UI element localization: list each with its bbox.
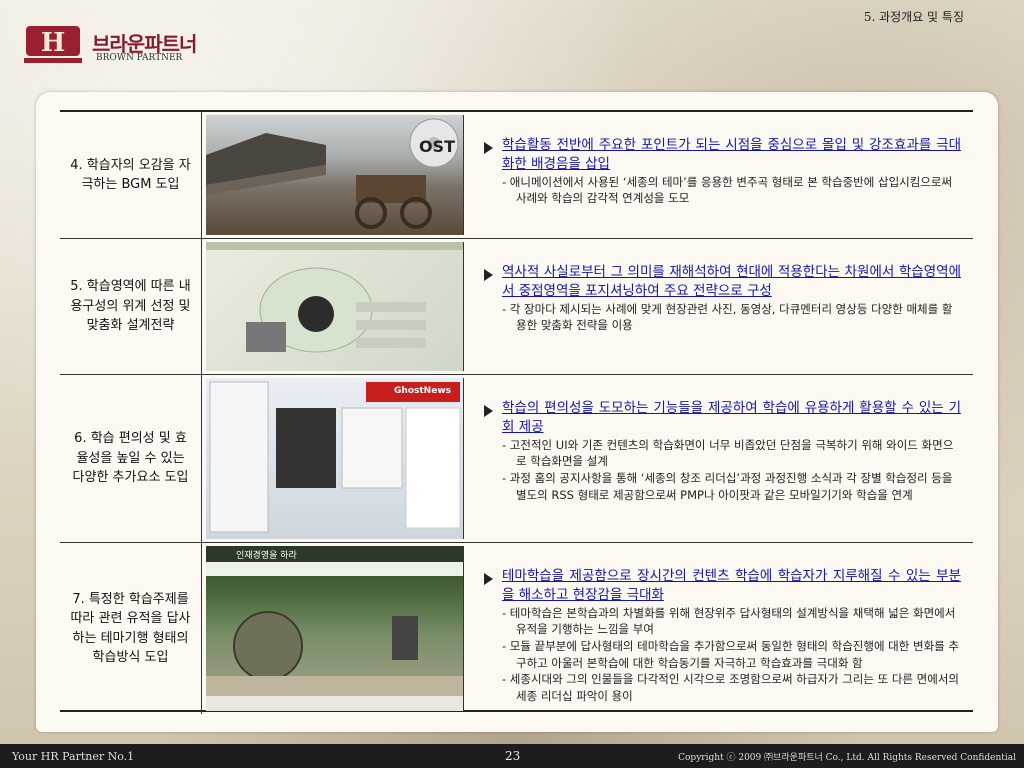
- triangle-bullet-icon: [484, 269, 493, 281]
- row-label: 6. 학습 편의성 및 효율성을 높일 수 있는 다양한 추가요소 도입: [60, 375, 202, 542]
- table-row: 6. 학습 편의성 및 효율성을 높일 수 있는 다양한 추가요소 도입 Gho…: [60, 375, 973, 543]
- screenshot-learning-area: [206, 242, 464, 371]
- ost-badge: OST: [418, 137, 455, 156]
- row-description: 학습활동 전반에 주요한 포인트가 되는 시점을 중심으로 몰입 및 강조효과를…: [468, 112, 973, 238]
- row-detail: - 각 장마다 제시되는 사례에 맞게 현장관련 사진, 동영상, 다큐멘터리 …: [502, 301, 953, 333]
- row-label: 4. 학습자의 오감을 자극하는 BGM 도입: [60, 112, 202, 238]
- svg-text:H: H: [41, 28, 66, 58]
- heritage-site-illustration: [206, 546, 463, 711]
- row-detail: - 애니메이션에서 사용된 ‘세종의 테마’를 응용한 변주곡 형태로 본 학습…: [502, 174, 953, 206]
- screenshot-bgm: OST: [206, 115, 464, 235]
- logo-emblem-icon: H: [24, 26, 82, 63]
- row-headline: 테마학습을 제공함으로 장시간의 컨텐츠 학습에 학습자가 지루해질 수 있는 …: [502, 568, 961, 603]
- row-headline: 학습활동 전반에 주요한 포인트가 되는 시점을 중심으로 몰입 및 강조효과를…: [502, 137, 961, 172]
- row-detail: - 과정 홈의 공지사항을 통해 ‘세종의 창조 리더십’과정 과정진행 소식과…: [502, 471, 953, 502]
- triangle-bullet-icon: [484, 142, 493, 154]
- row-label: 5. 학습영역에 따른 내용구성의 위계 선정 및 맞춤화 설계전략: [60, 239, 202, 374]
- row-description: 역사적 사실로부터 그 의미를 재해석하여 현대에 적용한다는 차원에서 학습영…: [468, 239, 973, 374]
- ghostnews-banner: GhostNews: [394, 386, 451, 396]
- table-row: 7. 특정한 학습주제를 따라 관련 유적을 답사하는 테마기행 형태의 학습방…: [60, 543, 973, 714]
- row-description: 학습의 편의성을 도모하는 기능들을 제공하여 학습에 유용하게 활용할 수 있…: [468, 375, 973, 542]
- screenshot-convenience: GhostNews: [206, 378, 464, 539]
- triangle-bullet-icon: [484, 405, 493, 417]
- row-label: 7. 특정한 학습주제를 따라 관련 유적을 답사하는 테마기행 형태의 학습방…: [60, 543, 202, 714]
- triangle-bullet-icon: [484, 573, 493, 585]
- row-detail: - 고전적인 UI와 기존 컨텐츠의 학습화면이 너무 비좁았던 단점을 극복하…: [502, 437, 954, 469]
- brand-logo: H 브라운파트너 BROWN PARTNER: [22, 20, 197, 68]
- feature-table: 4. 학습자의 오감을 자극하는 BGM 도입 OST 학습활동 전반에 주요한…: [60, 110, 973, 714]
- row-headline: 학습의 편의성을 도모하는 기능들을 제공하여 학습에 유용하게 활용할 수 있…: [502, 400, 961, 435]
- row-detail: - 모듈 끝부분에 답사형태의 테마학습을 추가함으로써 동일한 형태의 학습진…: [502, 639, 959, 670]
- mobile-ui-illustration: [209, 381, 461, 533]
- row-detail: - 세종시대와 그의 인물들을 다각적인 시각으로 조명함으로써 하급자가 그리…: [502, 672, 959, 704]
- learning-map-illustration: [206, 242, 463, 353]
- table-row: 5. 학습영역에 따른 내용구성의 위계 선정 및 맞춤화 설계전략 역사적 사…: [60, 239, 973, 375]
- row-headline: 역사적 사실로부터 그 의미를 재해석하여 현대에 적용한다는 차원에서 학습영…: [502, 264, 961, 299]
- page-number: 23: [505, 749, 521, 763]
- table-row: 4. 학습자의 오감을 자극하는 BGM 도입 OST 학습활동 전반에 주요한…: [60, 112, 973, 239]
- row-description: 테마학습을 제공함으로 장시간의 컨텐츠 학습에 학습자가 지루해질 수 있는 …: [468, 543, 973, 714]
- row-detail: - 테마학습은 본학습과의 차별화를 위해 현장위주 답사형태의 설계방식을 채…: [502, 605, 956, 637]
- copyright-notice: Copyright ⓒ 2009 ㈜브라운파트너 Co., Ltd. All R…: [678, 752, 1016, 763]
- footer-tagline: Your HR Partner No.1: [12, 749, 135, 763]
- screenshot-theme-tour: 인재경영을 하라: [206, 546, 464, 711]
- footer-bar: Your HR Partner No.1 23 Copyright ⓒ 2009…: [0, 744, 1024, 768]
- section-title: 5. 과정개요 및 특징: [863, 10, 964, 24]
- theme-tour-title: 인재경영을 하라: [236, 551, 297, 561]
- logo-english-text: BROWN PARTNER: [96, 53, 183, 63]
- palace-cart-illustration: [206, 118, 459, 229]
